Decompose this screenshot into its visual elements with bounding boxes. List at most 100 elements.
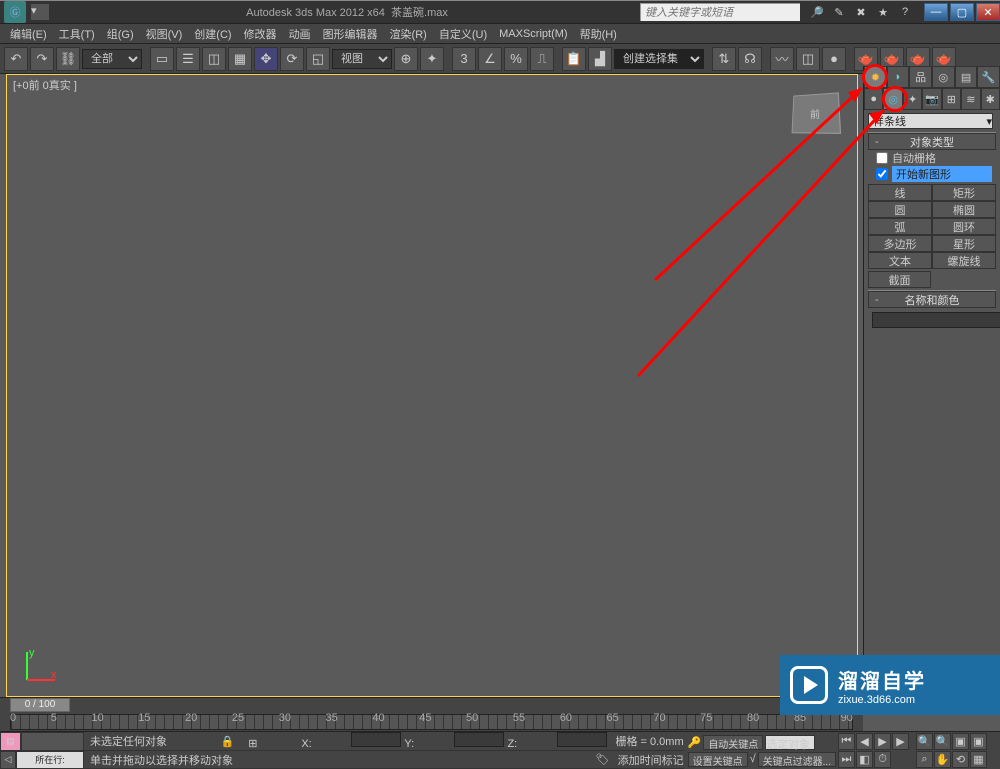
undo-button[interactable]: ↶ <box>4 47 28 71</box>
geometry-subtab[interactable]: ● <box>864 88 883 110</box>
add-time-tag[interactable]: 添加时间标记 <box>618 752 684 768</box>
key-filter-icon[interactable]: √ <box>750 753 756 765</box>
utilities-tab[interactable]: 🔧 <box>977 66 1000 88</box>
hierarchy-tab[interactable]: 品 <box>909 66 932 88</box>
viewcube[interactable]: 前 <box>792 92 842 134</box>
circle-button[interactable]: 圆 <box>868 201 932 218</box>
shapes-category-dropdown[interactable]: 样条线▾ <box>868 113 993 129</box>
restore-button[interactable]: ▢ <box>950 3 974 21</box>
menu-create[interactable]: 创建(C) <box>188 26 237 42</box>
menu-edit[interactable]: 编辑(E) <box>4 26 53 42</box>
menu-maxscript[interactable]: MAXScript(M) <box>493 28 573 40</box>
menu-modifiers[interactable]: 修改器 <box>238 26 283 42</box>
helpers-subtab[interactable]: ⊞ <box>942 88 961 110</box>
app-menu-button[interactable]: ▾ <box>30 3 50 21</box>
menu-grapheditors[interactable]: 图形编辑器 <box>317 26 384 42</box>
menu-views[interactable]: 视图(V) <box>140 26 189 42</box>
ngon-button[interactable]: 多边形 <box>868 235 932 252</box>
maxscript-mini-button[interactable]: ▤ <box>0 732 21 751</box>
curve-editor-button[interactable]: 〰 <box>770 47 794 71</box>
section-button[interactable]: 截面 <box>868 271 931 288</box>
next-frame-button[interactable]: ▶ <box>892 733 909 750</box>
rotate-button[interactable]: ⟳ <box>280 47 304 71</box>
window-crossing-button[interactable]: ▦ <box>228 47 252 71</box>
donut-button[interactable]: 圆环 <box>932 218 996 235</box>
lock-icon[interactable]: 🔒 <box>221 735 235 748</box>
track-bar[interactable] <box>10 714 853 730</box>
percent-snap-button[interactable]: % <box>504 47 528 71</box>
viewport[interactable]: [+0前 0真实 ] 前 y x <box>6 74 858 697</box>
ellipse-button[interactable]: 椭圆 <box>932 201 996 218</box>
select-region-button[interactable]: ◫ <box>202 47 226 71</box>
text-button[interactable]: 文本 <box>868 252 932 269</box>
start-new-checkbox[interactable] <box>876 168 888 180</box>
rectangle-button[interactable]: 矩形 <box>932 184 996 201</box>
selection-set-select[interactable]: 创建选择集 <box>614 49 704 69</box>
maximize-viewport-button[interactable]: ▦ <box>970 751 987 768</box>
key-mode-button[interactable]: ◧ <box>856 751 873 768</box>
star-button[interactable]: 星形 <box>932 235 996 252</box>
schematic-button[interactable]: ◫ <box>796 47 820 71</box>
close-button[interactable]: ✕ <box>976 3 1000 21</box>
arc-button[interactable]: 弧 <box>868 218 932 235</box>
play-button[interactable]: ▶ <box>874 733 891 750</box>
zoom-extents-all-button[interactable]: ▣ <box>970 733 987 750</box>
angle-snap-button[interactable]: ∠ <box>478 47 502 71</box>
auto-grid-checkbox[interactable] <box>876 152 888 164</box>
z-coord-input[interactable] <box>557 732 607 747</box>
menu-customize[interactable]: 自定义(U) <box>433 26 493 42</box>
key-filters-button[interactable]: 关键点过滤器... <box>758 752 836 767</box>
helix-button[interactable]: 螺旋线 <box>932 252 996 269</box>
layer-filter-select[interactable]: 全部 <box>82 49 142 69</box>
key-selset[interactable]: 选定对象 <box>765 735 815 750</box>
pan-button[interactable]: ✋ <box>934 751 951 768</box>
macro-recorder-field[interactable] <box>21 732 84 751</box>
viewport-label[interactable]: [+0前 0真实 ] <box>13 77 77 93</box>
exchange-icon[interactable]: ✖ <box>852 3 870 21</box>
move-button[interactable]: ✥ <box>254 47 278 71</box>
y-coord-input[interactable] <box>454 732 504 747</box>
time-slider-handle[interactable]: 0 / 100 <box>10 698 70 712</box>
manipulate-button[interactable]: ✦ <box>420 47 444 71</box>
subscription-icon[interactable]: ✎ <box>830 3 848 21</box>
infocenter-search-input[interactable] <box>641 4 800 21</box>
listener-field[interactable]: 所在行: <box>16 751 84 769</box>
setkey-button[interactable]: 设置关键点 <box>688 752 748 767</box>
motion-tab[interactable]: ◎ <box>932 66 955 88</box>
search-icon[interactable]: 🔎 <box>808 3 826 21</box>
menu-animation[interactable]: 动画 <box>283 26 317 42</box>
redo-button[interactable]: ↷ <box>30 47 54 71</box>
menu-rendering[interactable]: 渲染(R) <box>384 26 433 42</box>
fov-button[interactable]: ⌕ <box>916 751 933 768</box>
prompt-toggle[interactable]: ◁ <box>0 751 16 769</box>
ref-coord-select[interactable]: 视图 <box>332 49 392 69</box>
zoom-all-button[interactable]: 🔍 <box>934 733 951 750</box>
name-color-header[interactable]: 名称和颜色 <box>868 291 996 308</box>
minimize-button[interactable]: — <box>924 3 948 21</box>
menu-tools[interactable]: 工具(T) <box>53 26 101 42</box>
time-config-button[interactable]: ⏱ <box>874 751 891 768</box>
pivot-button[interactable]: ⊕ <box>394 47 418 71</box>
spinner-snap-button[interactable]: ⎍ <box>530 47 554 71</box>
prev-frame-button[interactable]: ◀ <box>856 733 873 750</box>
mirror-button[interactable]: ▟ <box>588 47 612 71</box>
scale-button[interactable]: ◱ <box>306 47 330 71</box>
infocenter-search[interactable] <box>640 3 800 21</box>
space-warps-subtab[interactable]: ≋ <box>961 88 980 110</box>
object-name-input[interactable] <box>872 312 1000 328</box>
select-name-button[interactable]: ☰ <box>176 47 200 71</box>
favorite-icon[interactable]: ★ <box>874 3 892 21</box>
link-button[interactable]: ⛓ <box>56 47 80 71</box>
zoom-extents-button[interactable]: ▣ <box>952 733 969 750</box>
menu-help[interactable]: 帮助(H) <box>574 26 623 42</box>
material-editor-button[interactable]: ● <box>822 47 846 71</box>
coord-mode-icon[interactable]: ⊞ <box>248 737 298 750</box>
display-tab[interactable]: ▤ <box>955 66 978 88</box>
orbit-button[interactable]: ⟲ <box>952 751 969 768</box>
object-type-header[interactable]: 对象类型 <box>868 133 996 150</box>
goto-end-button[interactable]: ⏭ <box>838 751 855 768</box>
systems-subtab[interactable]: ✱ <box>981 88 1000 110</box>
align-button[interactable]: ⇅ <box>712 47 736 71</box>
set-key-icon[interactable]: 🔑 <box>688 736 702 749</box>
layers-button[interactable]: ☊ <box>738 47 762 71</box>
